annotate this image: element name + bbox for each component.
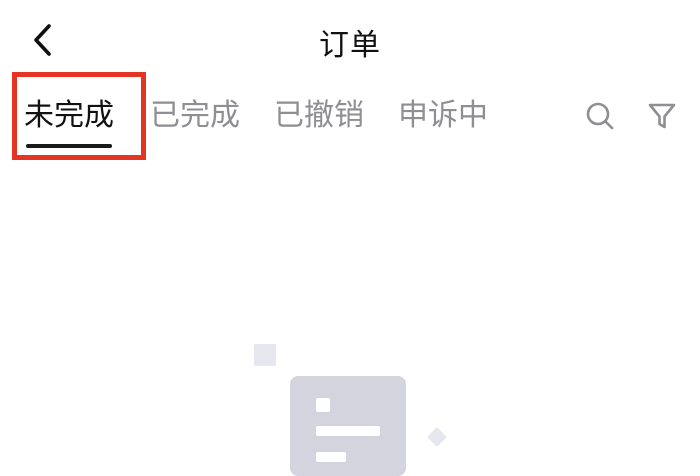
- filter-button[interactable]: [644, 98, 680, 134]
- search-icon: [586, 102, 614, 130]
- doc-line: [316, 452, 346, 462]
- search-button[interactable]: [582, 98, 618, 134]
- tab-completed[interactable]: 已完成: [150, 96, 240, 136]
- tab-label: 申诉中: [398, 98, 488, 133]
- tab-cancelled[interactable]: 已撤销: [274, 96, 364, 136]
- doc-block: [316, 398, 330, 412]
- doc-line: [316, 426, 380, 436]
- tab-label: 已完成: [150, 98, 240, 133]
- page-title: 订单: [319, 28, 381, 63]
- document-icon: [290, 376, 406, 476]
- tab-label: 未完成: [24, 98, 114, 133]
- decor-square: [254, 344, 276, 366]
- active-tab-indicator: [26, 144, 112, 148]
- decor-diamond: [427, 427, 447, 447]
- empty-state-illustration: [250, 340, 450, 476]
- tab-appealing[interactable]: 申诉中: [398, 96, 488, 136]
- filter-icon: [648, 103, 676, 129]
- header-bar: 订单: [0, 0, 700, 84]
- tab-incomplete[interactable]: 未完成: [24, 96, 114, 148]
- tab-label: 已撤销: [274, 98, 364, 133]
